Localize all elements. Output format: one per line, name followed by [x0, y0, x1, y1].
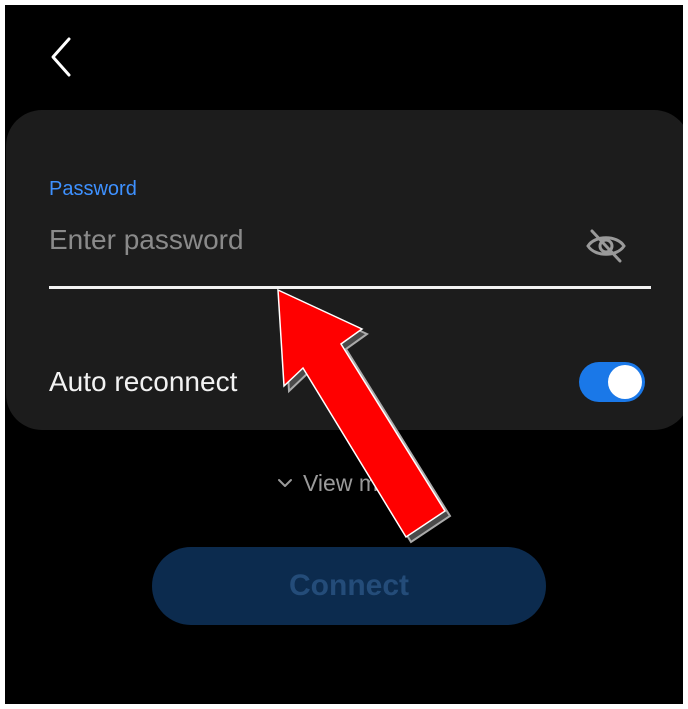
auto-reconnect-toggle[interactable] [579, 362, 645, 402]
password-label: Password [49, 178, 137, 200]
view-more-label: View more [303, 469, 412, 496]
back-button[interactable] [41, 33, 81, 81]
view-more-button[interactable]: View more [277, 467, 411, 499]
toggle-password-visibility-button[interactable] [584, 226, 628, 266]
wifi-connect-screen: Password Auto reconnect View more Connec… [5, 5, 683, 704]
password-underline [49, 286, 651, 289]
eye-off-icon [586, 229, 626, 263]
chevron-down-icon [278, 479, 292, 487]
settings-card: Password Auto reconnect [6, 110, 683, 430]
connect-button[interactable]: Connect [152, 547, 546, 625]
auto-reconnect-label: Auto reconnect [49, 366, 238, 397]
toggle-knob [608, 365, 642, 399]
password-input[interactable] [49, 214, 569, 266]
chevron-left-icon [51, 37, 71, 77]
